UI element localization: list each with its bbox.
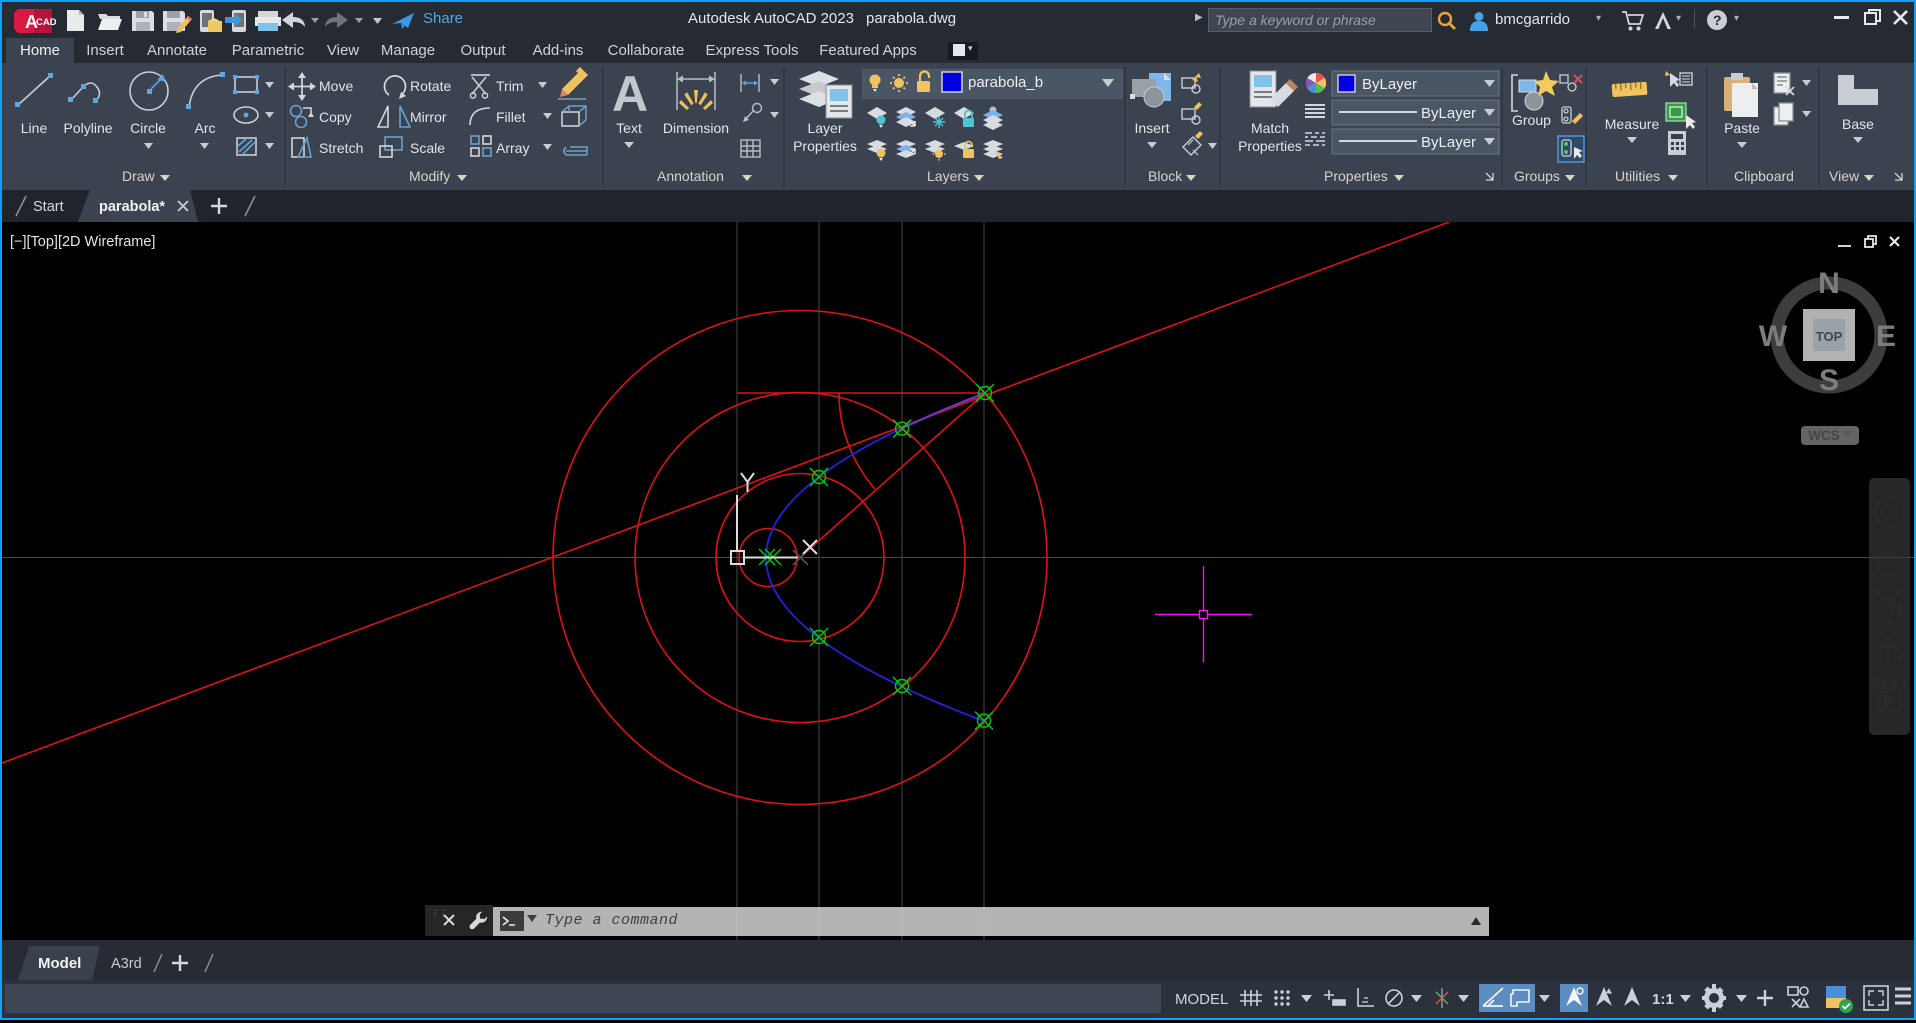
svg-text:Polyline: Polyline [63, 120, 112, 136]
svg-text:MODEL: MODEL [1175, 991, 1228, 1008]
svg-text:Stretch: Stretch [319, 140, 363, 156]
svg-text:Base: Base [1842, 116, 1874, 132]
svg-text:parabola_b: parabola_b [968, 74, 1043, 91]
svg-text:Line: Line [21, 120, 48, 136]
svg-text:ByLayer: ByLayer [1421, 105, 1476, 122]
svg-text:A: A [612, 66, 648, 122]
svg-text:Utilities: Utilities [1615, 168, 1660, 184]
svg-text:parabola*: parabola* [99, 199, 165, 215]
svg-text:Draw: Draw [122, 168, 156, 184]
svg-text:ByLayer: ByLayer [1362, 76, 1417, 93]
svg-text:WCS: WCS [1808, 428, 1840, 443]
svg-text:[−][Top][2D Wireframe]: [−][Top][2D Wireframe] [10, 234, 155, 250]
svg-text:Modify: Modify [409, 168, 450, 184]
svg-text:Rotate: Rotate [410, 78, 451, 94]
svg-text:Mirror: Mirror [410, 109, 447, 125]
svg-text:Layers: Layers [927, 168, 969, 184]
svg-text:Match: Match [1251, 120, 1289, 136]
svg-text:E: E [1876, 320, 1896, 353]
svg-text:S: S [1819, 364, 1839, 397]
svg-text:Paste: Paste [1724, 120, 1760, 136]
svg-text:Layer: Layer [807, 120, 842, 136]
svg-text:Circle: Circle [130, 120, 166, 136]
svg-text:Start: Start [33, 199, 64, 215]
svg-text:Groups: Groups [1514, 168, 1560, 184]
svg-text:Measure: Measure [1605, 116, 1660, 132]
svg-text:W: W [1759, 320, 1788, 353]
svg-text:View: View [1829, 168, 1860, 184]
svg-text:Annotation: Annotation [657, 168, 724, 184]
svg-text:Properties: Properties [1324, 168, 1388, 184]
svg-text:Model: Model [38, 955, 81, 972]
svg-text:Copy: Copy [319, 109, 352, 125]
svg-text:Arc: Arc [195, 120, 216, 136]
svg-text:Group: Group [1512, 112, 1551, 128]
svg-text:A3rd: A3rd [111, 956, 142, 972]
svg-text:Insert: Insert [1134, 120, 1169, 136]
svg-text:Fillet: Fillet [496, 109, 526, 125]
svg-text:Clipboard: Clipboard [1734, 168, 1794, 184]
svg-text:Block: Block [1148, 168, 1183, 184]
svg-text:N: N [1818, 267, 1840, 300]
svg-text:ByLayer: ByLayer [1421, 134, 1476, 151]
svg-text:?: ? [1713, 12, 1722, 28]
svg-text:Trim: Trim [496, 78, 523, 94]
svg-text:1:1: 1:1 [1652, 991, 1674, 1008]
svg-text:Properties: Properties [1238, 138, 1302, 154]
svg-text:CAD: CAD [36, 17, 56, 28]
svg-text:Move: Move [319, 78, 353, 94]
svg-text:TOP: TOP [1816, 329, 1843, 344]
svg-text:Array: Array [496, 140, 529, 156]
svg-text:Text: Text [616, 120, 642, 136]
svg-text:Scale: Scale [410, 140, 445, 156]
svg-text:Dimension: Dimension [663, 120, 729, 136]
svg-text:Properties: Properties [793, 138, 857, 154]
